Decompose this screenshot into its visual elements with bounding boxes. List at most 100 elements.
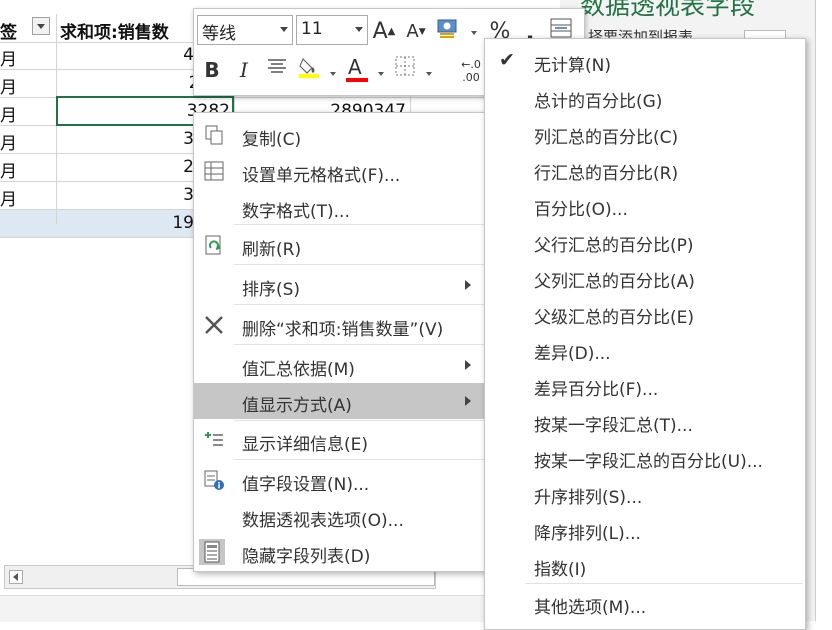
center-align-button[interactable] <box>264 55 290 85</box>
menu-separator <box>525 583 803 584</box>
refresh-icon <box>203 234 225 256</box>
submenu-arrow-icon <box>465 280 471 290</box>
chevron-down-icon[interactable] <box>280 27 288 32</box>
font-size-combo[interactable]: 11 <box>296 15 368 45</box>
menu-item-label: 复制(C) <box>242 130 302 150</box>
menu-item-sort[interactable]: 排序(S) <box>194 267 485 303</box>
submenu-item-label: 其他选项(M)... <box>534 598 647 618</box>
scroll-left-icon[interactable] <box>9 570 23 584</box>
menu-item-show-values-as[interactable]: 值显示方式(A) <box>194 383 485 419</box>
menu-item-label: 排序(S) <box>242 280 301 300</box>
menu-separator <box>234 264 484 265</box>
submenu-item-label: 列汇总的百分比(C) <box>534 128 679 148</box>
chevron-down-icon[interactable] <box>355 27 363 32</box>
menu-item-label: 数字格式(T)... <box>242 202 350 222</box>
chevron-down-icon[interactable] <box>471 31 477 35</box>
pane-scroll-edge <box>815 0 832 621</box>
submenu-item-percent-difference[interactable]: 差异百分比(F)... <box>485 367 805 403</box>
submenu-item-percent-grand-total[interactable]: 总计的百分比(G) <box>485 79 805 115</box>
chevron-down-icon[interactable] <box>426 72 432 76</box>
submenu-item-percent-parent-row[interactable]: 父行汇总的百分比(P) <box>485 223 805 259</box>
submenu-item-percent-parent-column[interactable]: 父列汇总的百分比(A) <box>485 259 805 295</box>
fill-color-button[interactable] <box>296 55 322 85</box>
menu-item-format-cells[interactable]: 设置单元格格式(F)... <box>194 153 485 189</box>
menu-item-refresh[interactable]: 刷新(R) <box>194 227 485 263</box>
submenu-item-label: 百分比(O)... <box>534 200 628 220</box>
font-color-button[interactable]: A <box>344 55 370 85</box>
submenu-item-index[interactable]: 指数(I) <box>485 547 805 583</box>
menu-separator <box>234 459 484 460</box>
pane-title: 数据透视表字段 <box>580 0 756 20</box>
menu-item-label: 显示详细信息(E) <box>242 435 369 455</box>
menu-item-number-format[interactable]: 数字格式(T)... <box>194 189 485 225</box>
submenu-item-label: 降序排列(L)... <box>534 524 641 544</box>
submenu-item-percent-running-total[interactable]: 按某一字段汇总的百分比(U)... <box>485 439 805 475</box>
font-name-value: 等线 <box>202 24 236 44</box>
row-label-cell: 月 <box>0 134 17 154</box>
increase-decimal-button[interactable]: ←.0 .00 <box>456 55 486 88</box>
submenu-item-label: 行汇总的百分比(R) <box>534 164 679 184</box>
menu-item-copy[interactable]: 复制(C) <box>194 117 485 153</box>
submenu-item-label: 升序排列(S)... <box>534 488 643 508</box>
submenu-arrow-icon <box>465 360 471 370</box>
submenu-item-running-total[interactable]: 按某一字段汇总(T)... <box>485 403 805 439</box>
row-label-cell: 月 <box>0 78 17 98</box>
status-strip <box>0 595 490 622</box>
row-label-cell: 月 <box>0 106 17 126</box>
menu-item-label: 设置单元格格式(F)... <box>242 166 401 186</box>
submenu-item-rank-descending[interactable]: 降序排列(L)... <box>485 511 805 547</box>
submenu-item-label: 总计的百分比(G) <box>534 92 663 112</box>
menu-item-label: 数据透视表选项(O)... <box>242 511 404 531</box>
grand-total-value: 19 <box>172 213 194 233</box>
menu-separator <box>234 224 484 225</box>
submenu-item-label: 按某一字段汇总(T)... <box>534 416 693 436</box>
merge-cells-icon <box>550 18 572 38</box>
menu-separator <box>234 344 484 345</box>
menu-item-remove-field[interactable]: 删除“求和项:销售数量”(V) <box>194 307 485 343</box>
borders-button[interactable] <box>392 55 418 85</box>
menu-item-label: 值显示方式(A) <box>242 396 352 416</box>
row-label-cell: 月 <box>0 162 17 182</box>
menu-item-label: 刷新(R) <box>242 240 302 260</box>
submenu-item-rank-ascending[interactable]: 升序排列(S)... <box>485 475 805 511</box>
submenu-item-more-options[interactable]: 其他选项(M)... <box>485 585 805 621</box>
grow-font-button[interactable]: A▲ <box>372 17 396 47</box>
submenu-item-difference-from[interactable]: 差异(D)... <box>485 331 805 367</box>
menu-item-show-details[interactable]: 显示详细信息(E) <box>194 422 485 458</box>
submenu-item-label: 差异(D)... <box>534 344 611 364</box>
value-field-header: 求和项:销售数 <box>60 23 169 43</box>
format-cells-icon <box>203 160 225 182</box>
submenu-item-percent-row-total[interactable]: 行汇总的百分比(R) <box>485 151 805 187</box>
chevron-down-icon[interactable] <box>330 72 336 76</box>
paint-bucket-icon <box>299 58 319 78</box>
menu-item-value-field-settings[interactable]: 值字段设置(N)... <box>194 462 485 498</box>
checkmark-icon: ✔ <box>499 49 515 71</box>
submenu-item-percent-column-total[interactable]: 列汇总的百分比(C) <box>485 115 805 151</box>
font-size-value: 11 <box>301 19 323 39</box>
increase-decimal-icon: ←.0 .00 <box>461 58 481 84</box>
shrink-font-button[interactable]: A▼ <box>404 17 428 47</box>
bold-button[interactable]: B <box>200 55 224 85</box>
context-menu: 复制(C) 设置单元格格式(F)... 数字格式(T)... 刷新(R) 排序(… <box>193 112 486 572</box>
copy-icon <box>203 124 225 146</box>
menu-item-label: 删除“求和项:销售数量”(V) <box>242 320 444 340</box>
accounting-format-button[interactable] <box>434 17 462 47</box>
italic-button[interactable]: I <box>232 55 256 85</box>
align-center-icon <box>268 59 286 73</box>
submenu-item-label: 无计算(N) <box>534 56 611 76</box>
menu-item-pivot-options[interactable]: 数据透视表选项(O)... <box>194 498 485 534</box>
menu-separator <box>234 304 484 305</box>
menu-item-summarize-by[interactable]: 值汇总依据(M) <box>194 347 485 383</box>
row-label-header: 签 <box>0 23 17 43</box>
show-detail-icon <box>203 429 225 451</box>
borders-icon <box>395 56 415 76</box>
chevron-down-icon[interactable] <box>378 72 384 76</box>
submenu-item-label: 指数(I) <box>534 560 587 580</box>
submenu-item-no-calculation[interactable]: ✔ 无计算(N) <box>485 43 805 79</box>
filter-dropdown-button[interactable] <box>32 17 50 35</box>
menu-item-hide-field-list[interactable]: 隐藏字段列表(D) <box>194 534 485 570</box>
submenu-item-percent-parent[interactable]: 父级汇总的百分比(E) <box>485 295 805 331</box>
menu-separator <box>234 420 484 421</box>
submenu-item-percent-of[interactable]: 百分比(O)... <box>485 187 805 223</box>
font-name-combo[interactable]: 等线 <box>197 15 293 45</box>
